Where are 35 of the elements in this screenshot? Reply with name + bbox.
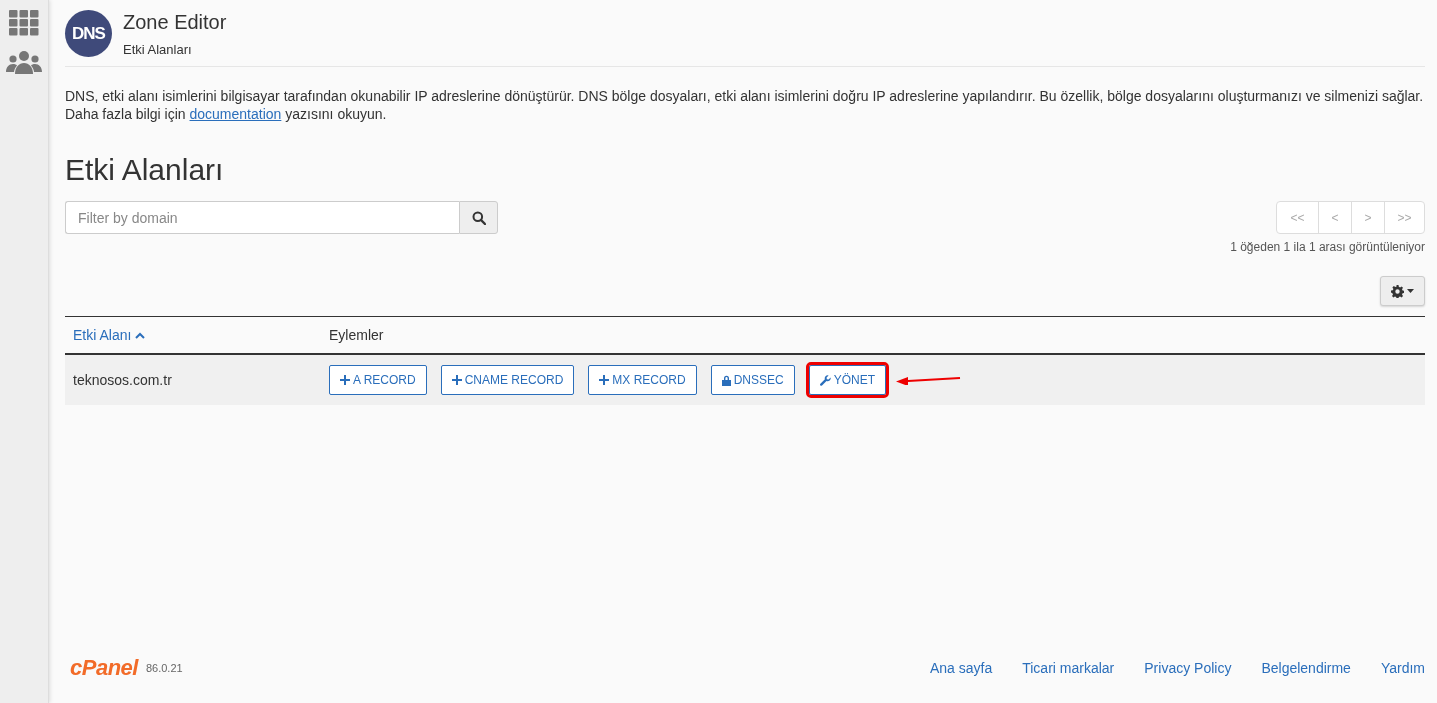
documentation-link[interactable]: documentation xyxy=(189,106,282,122)
page-title: Zone Editor xyxy=(123,10,227,34)
search-icon xyxy=(471,210,486,225)
wrench-icon xyxy=(819,374,831,386)
domain-cell: teknosos.com.tr xyxy=(65,354,321,405)
action-button[interactable]: MX RECORD xyxy=(588,365,697,395)
action-button[interactable]: CNAME RECORD xyxy=(440,365,575,395)
footer-link[interactable]: Belgelendirme xyxy=(1261,660,1351,676)
caret-icon xyxy=(1407,289,1414,293)
lock-icon xyxy=(721,374,731,386)
filter-field[interactable]: Filter by domain xyxy=(65,201,459,234)
plus-icon xyxy=(340,375,350,385)
page-subtitle: Etki Alanları xyxy=(123,41,193,57)
footer-link[interactable]: Ana sayfa xyxy=(929,660,993,676)
settings-button[interactable] xyxy=(1380,276,1425,306)
dns-logo: DNS xyxy=(65,10,112,57)
settings-icon xyxy=(1391,284,1404,298)
description-text: DNS, etki alanı isimlerini bilgisayar tarafından okunabilir IP adreslerine dönüştürür. DNS bölge dosyaları, etki alanı isimlerini doğru IP adreslerine yapılandırır. Bu özellik, bölge dosyalarını oluşturmanızı ve silmenizi sağlar. Daha fazla bilgi için documentation yazısını okuyun. xyxy=(65,87,1425,123)
footer-link[interactable]: Yardım xyxy=(1380,660,1425,676)
action-button[interactable]: DNSSEC xyxy=(710,365,795,395)
plus-icon xyxy=(599,375,610,385)
section-heading: Etki Alanları xyxy=(65,153,225,187)
annotation-arrow xyxy=(896,375,963,385)
version-text: 86.0.21 xyxy=(145,662,183,674)
users-icon[interactable] xyxy=(6,50,42,74)
chevron-icon xyxy=(135,332,146,340)
range-text: 1 öğeden 1 ila 1 arası görüntüleniyor xyxy=(1230,240,1425,254)
action-button[interactable]: A RECORD xyxy=(329,365,427,395)
action-button[interactable]: YÖNET xyxy=(808,365,887,395)
search-button[interactable] xyxy=(459,201,498,234)
plus-icon xyxy=(451,375,462,385)
footer-link[interactable]: Privacy Policy xyxy=(1144,660,1232,676)
grid-icon[interactable] xyxy=(9,10,39,36)
footer-link[interactable]: Ticari markalar xyxy=(1022,660,1115,676)
cpanel-logo: cPanel xyxy=(70,655,138,681)
